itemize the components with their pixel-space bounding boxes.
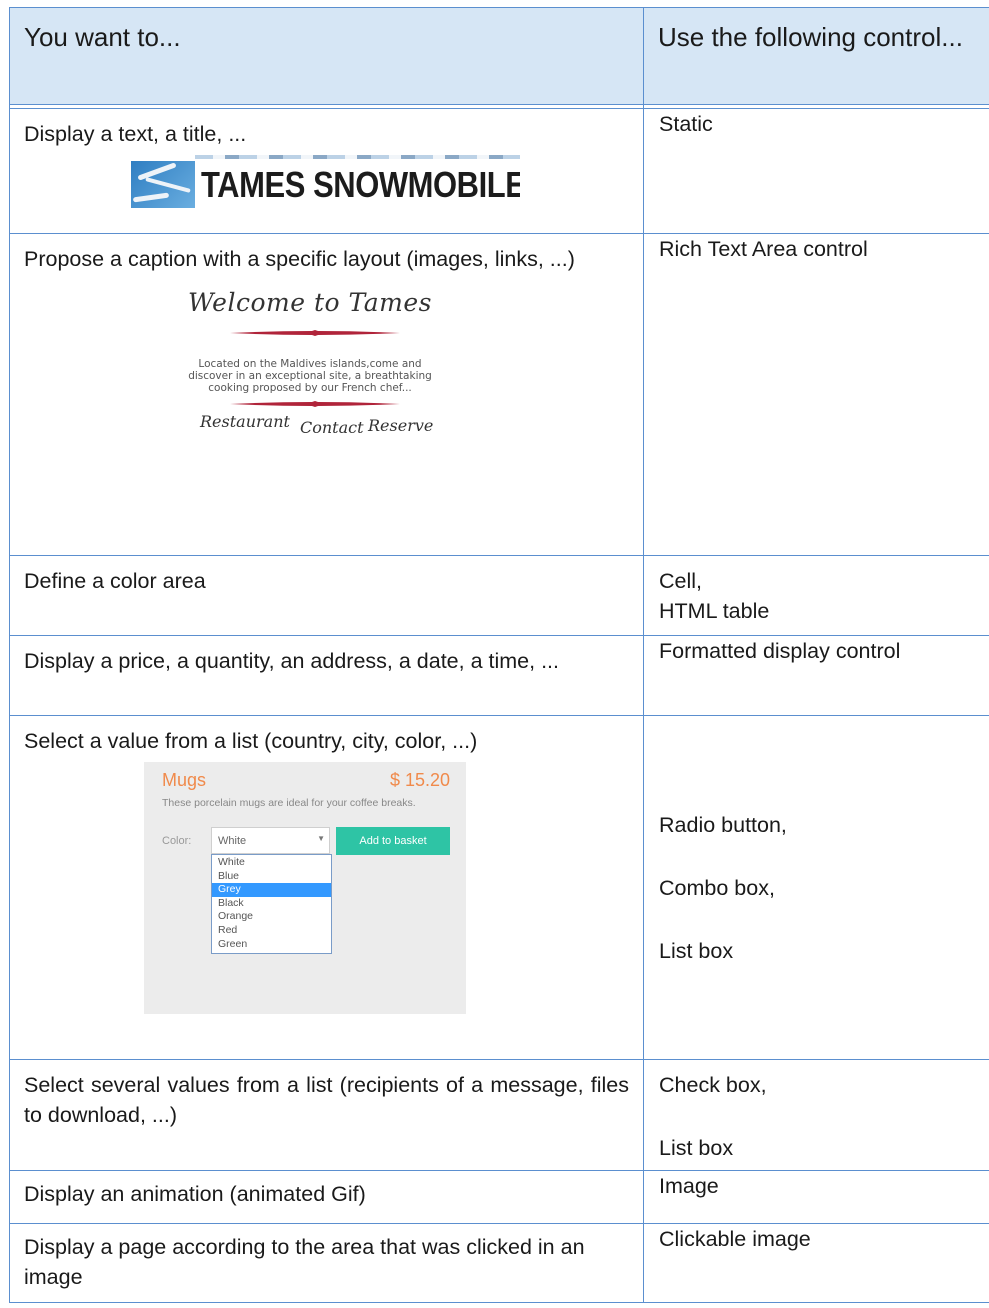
product-price: $ 15.20 bbox=[389, 770, 450, 790]
color-label: Color: bbox=[162, 835, 192, 847]
table-row: Display a page according to the area tha… bbox=[9, 1223, 989, 1303]
rich-text-caption: Welcome to Tames Located on the Maldives… bbox=[160, 288, 460, 488]
ornament-divider-icon bbox=[230, 401, 400, 407]
list-item[interactable]: Blue bbox=[212, 870, 331, 884]
ornament-divider-icon bbox=[230, 330, 400, 336]
table-row: Select a value from a list (country, cit… bbox=[9, 715, 989, 1060]
add-to-basket-button[interactable]: Add to basket bbox=[336, 827, 450, 855]
control-cell: Static bbox=[643, 108, 989, 234]
want-cell: Select a value from a list (country, cit… bbox=[9, 715, 644, 1060]
list-item[interactable]: Green bbox=[212, 938, 331, 952]
want-cell: Select several values from a list (recip… bbox=[9, 1059, 644, 1171]
controls-table: You want to... Use the following control… bbox=[9, 7, 989, 1303]
want-cell: Display an animation (animated Gif) bbox=[9, 1170, 644, 1224]
caption-description: Located on the Maldives islands,come and… bbox=[188, 358, 432, 394]
header-control: Use the following control... bbox=[643, 7, 989, 105]
control-cell: Check box, List box bbox=[643, 1059, 989, 1171]
list-item[interactable]: White bbox=[212, 856, 331, 870]
list-item[interactable]: Red bbox=[212, 924, 331, 938]
control-cell: Rich Text Area control bbox=[643, 233, 989, 556]
table-row: Select several values from a list (recip… bbox=[9, 1059, 989, 1171]
caption-link-reserve[interactable]: Reserve bbox=[368, 416, 433, 435]
want-cell: Propose a caption with a specific layout… bbox=[9, 233, 644, 556]
header-row: You want to... Use the following control… bbox=[9, 7, 989, 105]
control-cell: Cell, HTML table bbox=[643, 555, 989, 636]
list-item[interactable]: Orange bbox=[212, 910, 331, 924]
want-cell: Display a page according to the area tha… bbox=[9, 1223, 644, 1303]
table-row: Propose a caption with a specific layout… bbox=[9, 233, 989, 556]
table-row: Display a price, a quantity, an address,… bbox=[9, 635, 989, 716]
banner-title: TAMES SNOWMOBILE bbox=[201, 164, 520, 205]
color-combo-box[interactable]: White ▼ bbox=[211, 827, 330, 854]
control-cell: Clickable image bbox=[643, 1223, 989, 1303]
want-cell: Define a color area bbox=[9, 555, 644, 636]
control-cell: Image bbox=[643, 1170, 989, 1224]
chevron-down-icon: ▼ bbox=[317, 834, 325, 843]
caption-welcome: Welcome to Tames bbox=[188, 288, 432, 317]
caption-link-restaurant[interactable]: Restaurant bbox=[200, 412, 290, 431]
mug-product-panel: Mugs $ 15.20 These porcelain mugs are id… bbox=[144, 762, 466, 1014]
table-row: Display a text, a title, ... TAMES SNOWM… bbox=[9, 108, 989, 234]
color-dropdown-list[interactable]: White Blue Grey Black Orange Red Green bbox=[211, 854, 332, 955]
product-description: These porcelain mugs are ideal for your … bbox=[162, 797, 416, 809]
header-want: You want to... bbox=[9, 7, 644, 105]
table-row: Display an animation (animated Gif) Imag… bbox=[9, 1170, 989, 1224]
control-cell: Formatted display control bbox=[643, 635, 989, 716]
list-item-selected[interactable]: Grey bbox=[212, 883, 331, 897]
table-row: Define a color area Cell, HTML table bbox=[9, 555, 989, 636]
want-cell: Display a text, a title, ... TAMES SNOWM… bbox=[9, 108, 644, 234]
list-item[interactable]: Black bbox=[212, 897, 331, 911]
snowmobile-banner-image: TAMES SNOWMOBILE bbox=[131, 155, 520, 208]
caption-link-contact[interactable]: Contact bbox=[300, 418, 364, 437]
control-cell: Radio button, Combo box, List box bbox=[643, 715, 989, 1060]
product-name: Mugs bbox=[162, 770, 207, 790]
want-cell: Display a price, a quantity, an address,… bbox=[9, 635, 644, 716]
